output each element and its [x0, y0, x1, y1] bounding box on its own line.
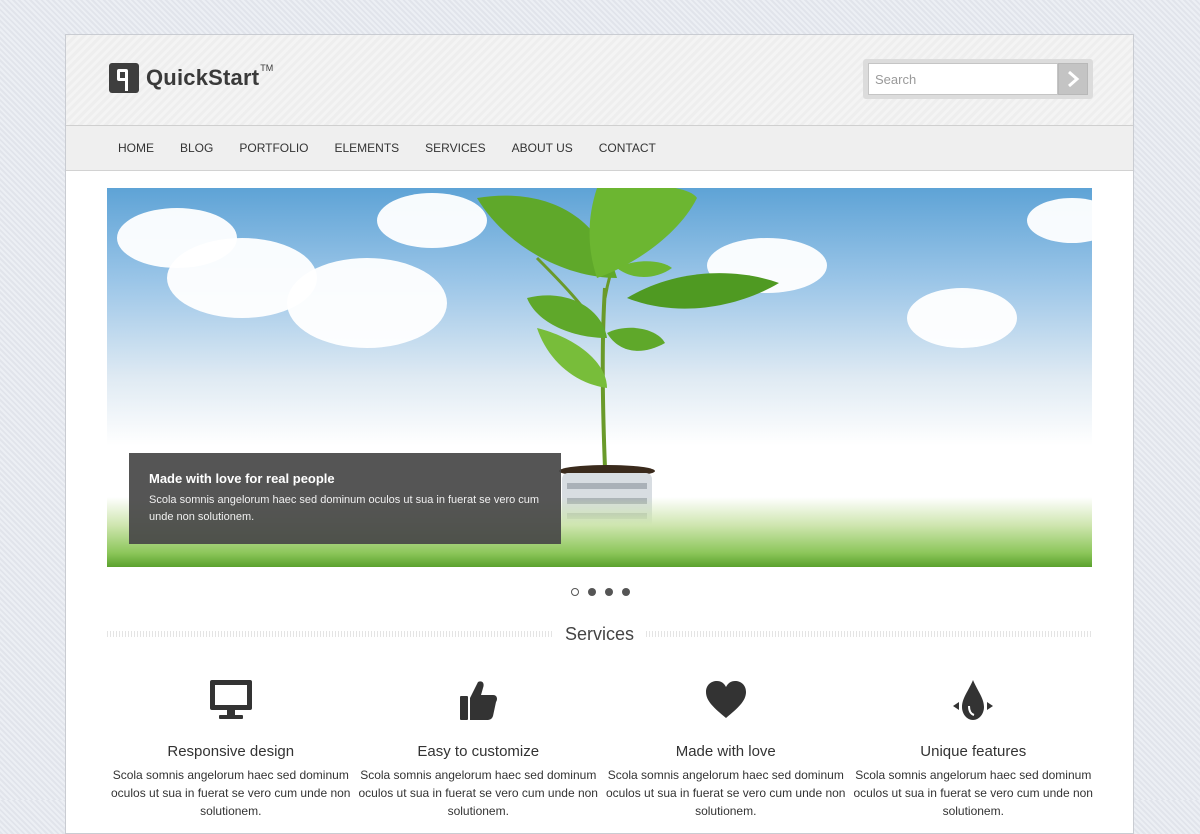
- caption-text: Scola somnis angelorum haec sed dominum …: [149, 494, 540, 523]
- service-item: Made with love Scola somnis angelorum ha…: [602, 675, 850, 820]
- heart-icon: [705, 681, 746, 718]
- site-header: QuickStart TM: [66, 35, 1133, 126]
- service-text: Scola somnis angelorum haec sed dominum …: [358, 768, 598, 818]
- nav-item-portfolio[interactable]: PORTFOLIO: [239, 141, 308, 155]
- chevron-right-icon: [1068, 70, 1080, 88]
- service-text: Scola somnis angelorum haec sed dominum …: [853, 768, 1093, 818]
- thumbs-up-icon: [460, 681, 498, 720]
- service-title: Responsive design: [167, 743, 295, 760]
- service-item: Responsive design Scola somnis angelorum…: [107, 675, 355, 820]
- service-title: Unique features: [920, 743, 1027, 760]
- nav-item-about-us[interactable]: ABOUT US: [512, 141, 573, 155]
- nav-item-elements[interactable]: ELEMENTS: [334, 141, 399, 155]
- slider-pagination: [571, 588, 630, 596]
- hero-slider[interactable]: Made with love for real people Scola som…: [107, 188, 1092, 567]
- divider: [646, 631, 1092, 637]
- service-title: Easy to customize: [417, 743, 540, 760]
- service-text: Scola somnis angelorum haec sed dominum …: [111, 768, 351, 818]
- service-item: Easy to customize Scola somnis angelorum…: [355, 675, 603, 820]
- search-button[interactable]: [1058, 63, 1088, 95]
- search-input[interactable]: [868, 63, 1058, 95]
- service-item: Unique features Scola somnis angelorum h…: [850, 675, 1098, 820]
- nav-item-blog[interactable]: BLOG: [180, 141, 213, 155]
- logo-mark-icon: [109, 63, 139, 93]
- drop-icon: [953, 680, 994, 720]
- monitor-icon: [209, 680, 252, 719]
- service-text: Scola somnis angelorum haec sed dominum …: [606, 768, 846, 818]
- divider: [107, 631, 553, 637]
- services-grid: Responsive design Scola somnis angelorum…: [107, 675, 1097, 820]
- logo[interactable]: QuickStart TM: [109, 63, 273, 93]
- slider-dot-1[interactable]: [571, 588, 579, 596]
- brand-name: QuickStart: [146, 65, 260, 90]
- services-heading: Services: [107, 623, 1092, 645]
- slider-dot-2[interactable]: [588, 588, 596, 596]
- search-box: [863, 59, 1093, 99]
- nav-item-home[interactable]: HOME: [118, 141, 154, 155]
- main-nav: HOME BLOG PORTFOLIO ELEMENTS SERVICES AB…: [66, 126, 1133, 171]
- section-title: Services: [564, 623, 635, 644]
- slider-dot-3[interactable]: [605, 588, 613, 596]
- slider-caption: Made with love for real people Scola som…: [129, 453, 561, 544]
- nav-item-contact[interactable]: CONTACT: [599, 141, 656, 155]
- slider-dot-4[interactable]: [622, 588, 630, 596]
- caption-title: Made with love for real people: [149, 471, 335, 486]
- nav-item-services[interactable]: SERVICES: [425, 141, 485, 155]
- service-title: Made with love: [675, 743, 776, 760]
- page-container: QuickStart TM HOME BLOG PORTFOLIO ELEMEN…: [65, 34, 1134, 834]
- trademark-sign: TM: [260, 63, 274, 73]
